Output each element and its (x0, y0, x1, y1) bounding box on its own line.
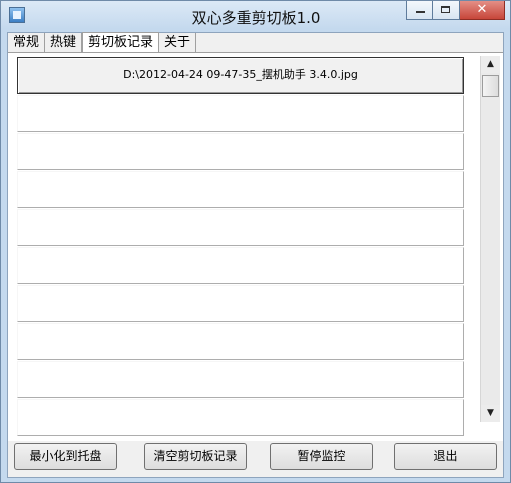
title-bar[interactable]: 双心多重剪切板1.0 ✕ (1, 1, 510, 31)
tab-hotkeys[interactable]: 热键 (45, 33, 83, 52)
close-button[interactable]: ✕ (460, 1, 505, 20)
history-item[interactable] (17, 209, 464, 246)
history-item[interactable] (17, 399, 464, 436)
tab-clipboard-history[interactable]: 剪切板记录 (82, 32, 160, 53)
tab-general[interactable]: 常规 (8, 33, 46, 52)
history-item[interactable] (17, 171, 464, 208)
minimize-button[interactable] (406, 1, 433, 20)
action-buttons: 最小化到托盘 清空剪切板记录 暂停监控 退出 (8, 443, 503, 473)
vertical-scrollbar[interactable]: ▲ ▼ (480, 56, 500, 422)
history-item[interactable] (17, 247, 464, 284)
scroll-up-icon[interactable]: ▲ (481, 56, 500, 73)
tab-strip: 常规 热键 剪切板记录 关于 (8, 32, 197, 54)
tab-panel: D:\2012-04-24 09-47-35_摆机助手 3.4.0.jpg ▲ … (8, 52, 503, 441)
tab-about[interactable]: 关于 (159, 33, 197, 52)
close-icon: ✕ (476, 2, 488, 17)
client-area: 常规 热键 剪切板记录 关于 D:\2012-04-24 09-47-35_摆机… (7, 32, 504, 478)
history-item[interactable] (17, 95, 464, 132)
clipboard-history-list: D:\2012-04-24 09-47-35_摆机助手 3.4.0.jpg (17, 57, 464, 437)
app-window: 双心多重剪切板1.0 ✕ 常规 热键 剪切板记录 关于 D:\2012-04-2… (0, 0, 511, 483)
caption-buttons: ✕ (406, 1, 505, 20)
minimize-to-tray-button[interactable]: 最小化到托盘 (14, 443, 117, 470)
scroll-thumb[interactable] (482, 75, 499, 97)
pause-monitoring-button[interactable]: 暂停监控 (270, 443, 373, 470)
history-item[interactable] (17, 361, 464, 398)
history-item[interactable]: D:\2012-04-24 09-47-35_摆机助手 3.4.0.jpg (17, 57, 464, 94)
window-title: 双心多重剪切板1.0 (191, 9, 321, 27)
history-item[interactable] (17, 285, 464, 322)
maximize-button[interactable] (433, 1, 460, 20)
clear-history-button[interactable]: 清空剪切板记录 (144, 443, 247, 470)
scroll-down-icon[interactable]: ▼ (481, 405, 500, 422)
minimize-icon (416, 11, 425, 13)
history-item[interactable] (17, 133, 464, 170)
exit-button[interactable]: 退出 (394, 443, 497, 470)
app-icon[interactable] (9, 7, 25, 23)
maximize-icon (441, 6, 450, 13)
history-item[interactable] (17, 323, 464, 360)
